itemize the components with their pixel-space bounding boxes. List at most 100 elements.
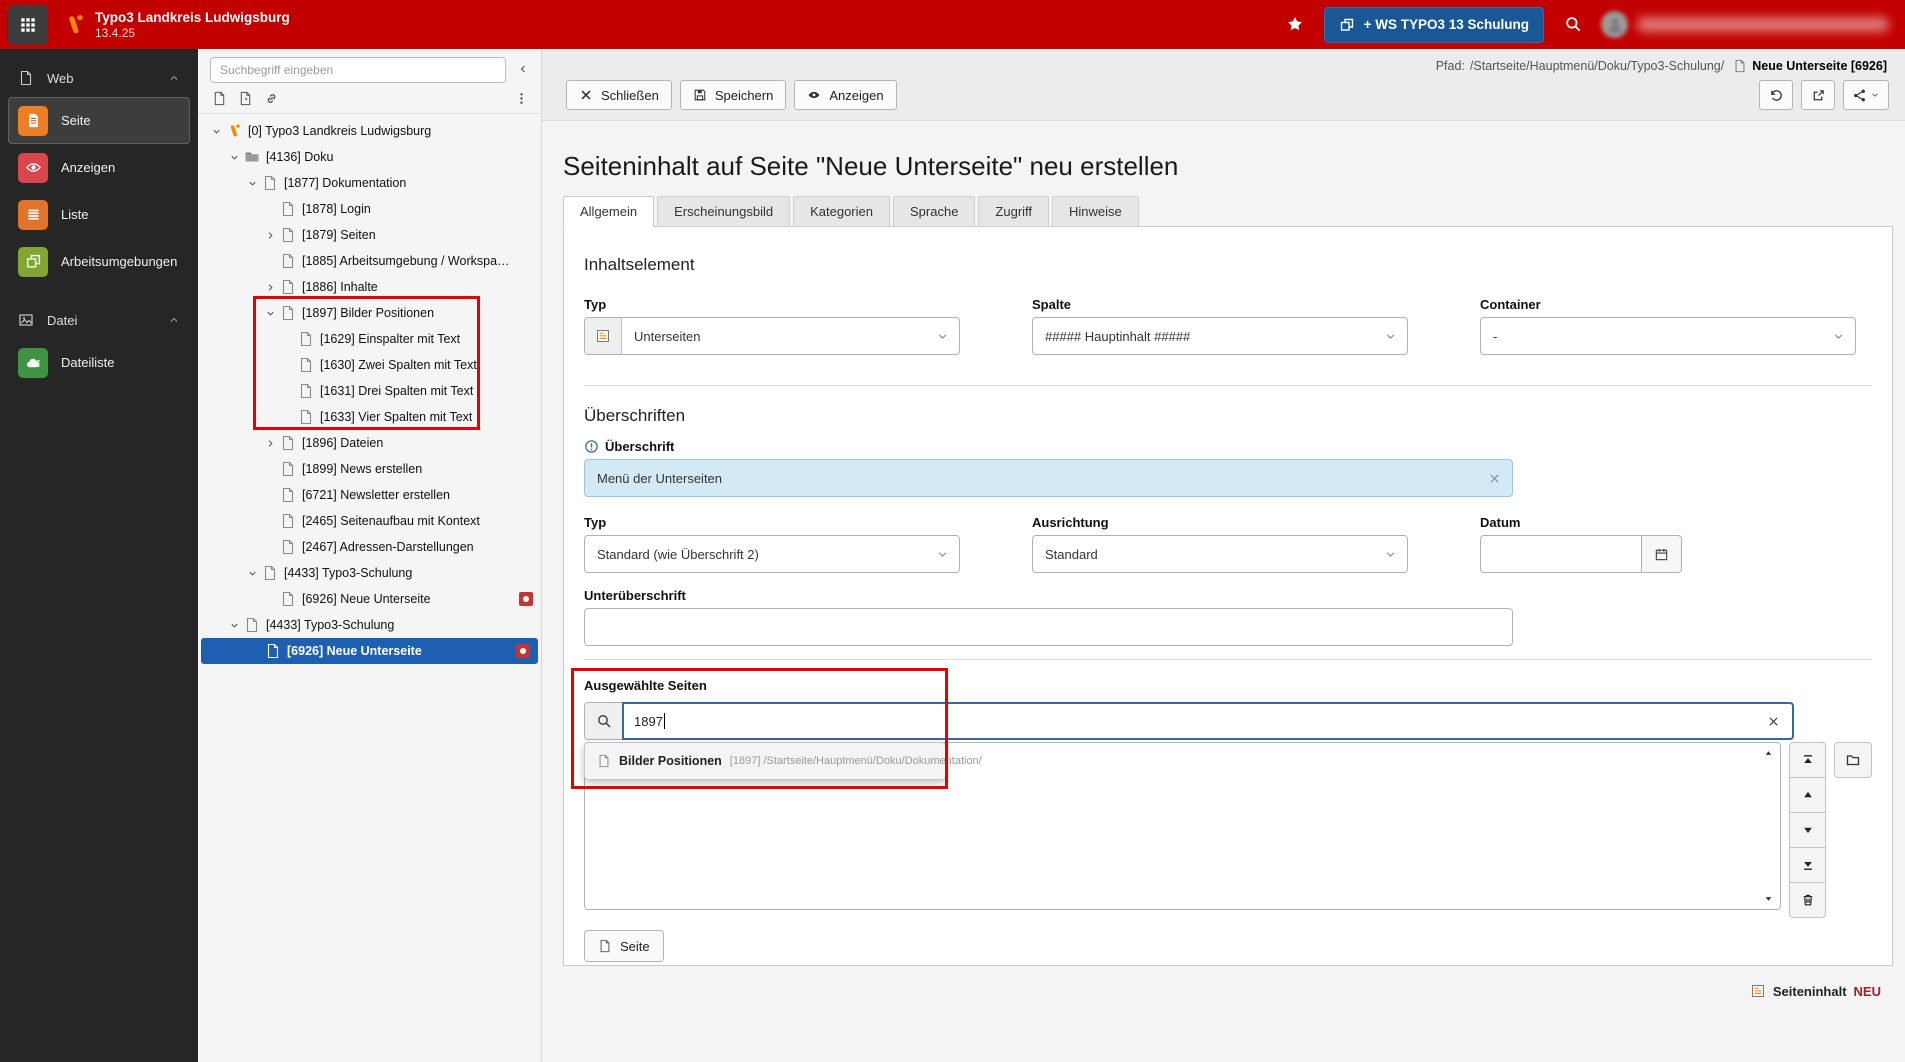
tree-node[interactable]: [6926] Neue Unterseite (198, 586, 541, 612)
tree-node[interactable]: [2465] Seitenaufbau mit Kontext (198, 508, 541, 534)
chevron-up-icon[interactable] (168, 72, 180, 84)
share-button[interactable] (1843, 80, 1889, 110)
tree-node[interactable]: [6721] Newsletter erstellen (198, 482, 541, 508)
tree-node[interactable]: [4433] Typo3-Schulung (198, 612, 541, 638)
tree-node[interactable]: [6926] Neue Unterseite (201, 638, 538, 664)
collapse-node-icon[interactable] (208, 123, 224, 139)
chevron-up-icon[interactable] (168, 314, 180, 326)
new-link-page-icon[interactable] (264, 91, 279, 106)
datum-input[interactable] (1480, 535, 1642, 573)
typ-select[interactable]: Unterseiten (584, 317, 960, 355)
datepicker-button[interactable] (1642, 535, 1682, 573)
page-search-input[interactable]: 1897 (622, 702, 1794, 740)
bookmark-button[interactable] (1286, 15, 1305, 34)
ausrichtung-select[interactable]: Standard (1032, 535, 1408, 573)
tab-kategorien[interactable]: Kategorien (793, 196, 890, 227)
tree-node[interactable]: [1629] Einspalter mit Text (198, 326, 541, 352)
tree-node[interactable]: [1896] Dateien (198, 430, 541, 456)
delete-button[interactable] (1788, 882, 1827, 918)
tree-node[interactable]: [2467] Adressen-Darstellungen (198, 534, 541, 560)
sidebar-item-liste[interactable]: Liste (8, 191, 190, 238)
tree-node[interactable]: [1886] Inhalte (198, 274, 541, 300)
collapse-node-icon[interactable] (244, 175, 260, 191)
record-page-icon (1733, 59, 1747, 73)
chev ron-down-icon (1870, 90, 1880, 100)
clear-search-icon[interactable] (1767, 715, 1780, 728)
tree-node[interactable]: [1630] Zwei Spalten mit Text (198, 352, 541, 378)
collapse-node-icon[interactable] (244, 565, 260, 581)
tree-node[interactable]: [1631] Drei Spalten mit Text (198, 378, 541, 404)
tab-strip: Allgemein Erscheinungsbild Kategorien Sprac… (563, 196, 1905, 227)
collapse-tree-button[interactable] (513, 60, 533, 80)
collapse-node-icon[interactable] (226, 617, 242, 633)
scroll-up-icon[interactable] (1764, 749, 1773, 758)
history-button[interactable] (1759, 80, 1793, 110)
collapse-node-icon[interactable] (262, 305, 278, 321)
container-select[interactable]: - (1480, 317, 1856, 355)
unterueberschrift-input[interactable] (584, 608, 1513, 646)
page-icon (265, 643, 281, 659)
tree-node[interactable]: [1885] Arbeitsumgebung / Workspace veröf… (198, 248, 541, 274)
module-group-header-datei[interactable]: Datei (8, 301, 190, 339)
move-up-button[interactable] (1788, 777, 1827, 813)
browse-records-button[interactable] (1834, 742, 1872, 778)
tree-filter-input[interactable] (210, 57, 506, 83)
ueberschrift-input[interactable]: Menü der Unterseiten (584, 459, 1513, 497)
topbar: Typo3 Landkreis Ludwigsburg 13.4.25 + WS… (0, 0, 1905, 49)
sidebar-item-arbeitsumgebungen[interactable]: Arbeitsumgebungen (8, 238, 190, 285)
add-page-button[interactable]: Seite (584, 930, 664, 962)
module-group-header-web[interactable]: Web (8, 59, 190, 97)
spalte-select[interactable]: ##### Hauptinhalt ##### (1032, 317, 1408, 355)
tree-node[interactable]: [4433] Typo3-Schulung (198, 560, 541, 586)
save-button[interactable]: Speichern (679, 80, 787, 110)
share-icon (1852, 88, 1867, 103)
view-button[interactable]: Anzeigen (794, 80, 897, 110)
tab-allgemein[interactable]: Allgemein (563, 196, 655, 227)
user-menu[interactable] (1601, 11, 1889, 38)
tree-node[interactable]: [4136] Doku (198, 144, 541, 170)
sidebar-item-seite[interactable]: Seite (8, 97, 190, 144)
tree-node[interactable]: [1877] Dokumentation (198, 170, 541, 196)
workspace-glyph (25, 253, 42, 270)
tab-sprache[interactable]: Sprache (893, 196, 976, 227)
tab-erscheinungsbild[interactable]: Erscheinungsbild (657, 196, 791, 227)
expand-node-icon[interactable] (262, 435, 278, 451)
workspace-switch-button[interactable]: + WS TYPO3 13 Schulung (1323, 6, 1544, 43)
new-page-drag-icon[interactable] (212, 91, 227, 106)
module-grid-button[interactable] (8, 4, 48, 45)
unterueberschrift-label: Unterüberschrift (584, 588, 686, 603)
tree-node[interactable]: [0] Typo3 Landkreis Ludwigsburg (198, 118, 541, 144)
tab-hinweise[interactable]: Hinweise (1052, 196, 1139, 227)
text-caret (663, 713, 665, 729)
expand-node-icon[interactable] (262, 279, 278, 295)
move-down-button[interactable] (1788, 812, 1827, 848)
ausrichtung-label: Ausrichtung (1032, 515, 1109, 530)
tree-node[interactable]: [1879] Seiten (198, 222, 541, 248)
collapse-node-icon[interactable] (226, 149, 242, 165)
brand[interactable]: Typo3 Landkreis Ludwigsburg 13.4.25 (62, 10, 290, 40)
tree-node-label: [1885] Arbeitsumgebung / Workspace veröf… (302, 254, 515, 268)
tree-node-label: [1879] Seiten (302, 228, 376, 242)
tree-more-menu-icon[interactable] (514, 91, 529, 106)
move-to-bottom-button[interactable] (1788, 847, 1827, 883)
move-to-top-button[interactable] (1788, 742, 1827, 778)
sidebar-item-anzeigen[interactable]: Anzeigen (8, 144, 190, 191)
expand-node-icon[interactable] (262, 227, 278, 243)
open-in-new-window-button[interactable] (1801, 80, 1835, 110)
scroll-down-icon[interactable] (1764, 894, 1773, 903)
tree-node[interactable]: [1899] News erstellen (198, 456, 541, 482)
tree-node[interactable]: [1633] Vier Spalten mit Text (198, 404, 541, 430)
sidebar-item-dateiliste[interactable]: Dateiliste (8, 339, 190, 386)
autocomplete-suggestion[interactable]: Bilder Positionen [1897] /Startseite/Hau… (584, 742, 982, 780)
tree-node[interactable]: [1897] Bilder Positionen (198, 300, 541, 326)
clear-field-icon[interactable] (1488, 472, 1501, 485)
new-shortcut-page-icon[interactable] (238, 91, 253, 106)
heading-typ-select[interactable]: Standard (wie Überschrift 2) (584, 535, 960, 573)
close-button[interactable]: Schließen (566, 80, 672, 110)
tab-zugriff[interactable]: Zugriff (978, 196, 1050, 227)
tree-node-label: [1629] Einspalter mit Text (320, 332, 461, 346)
tree-node[interactable]: [1878] Login (198, 196, 541, 222)
toolbar-search-button[interactable] (1563, 15, 1582, 34)
